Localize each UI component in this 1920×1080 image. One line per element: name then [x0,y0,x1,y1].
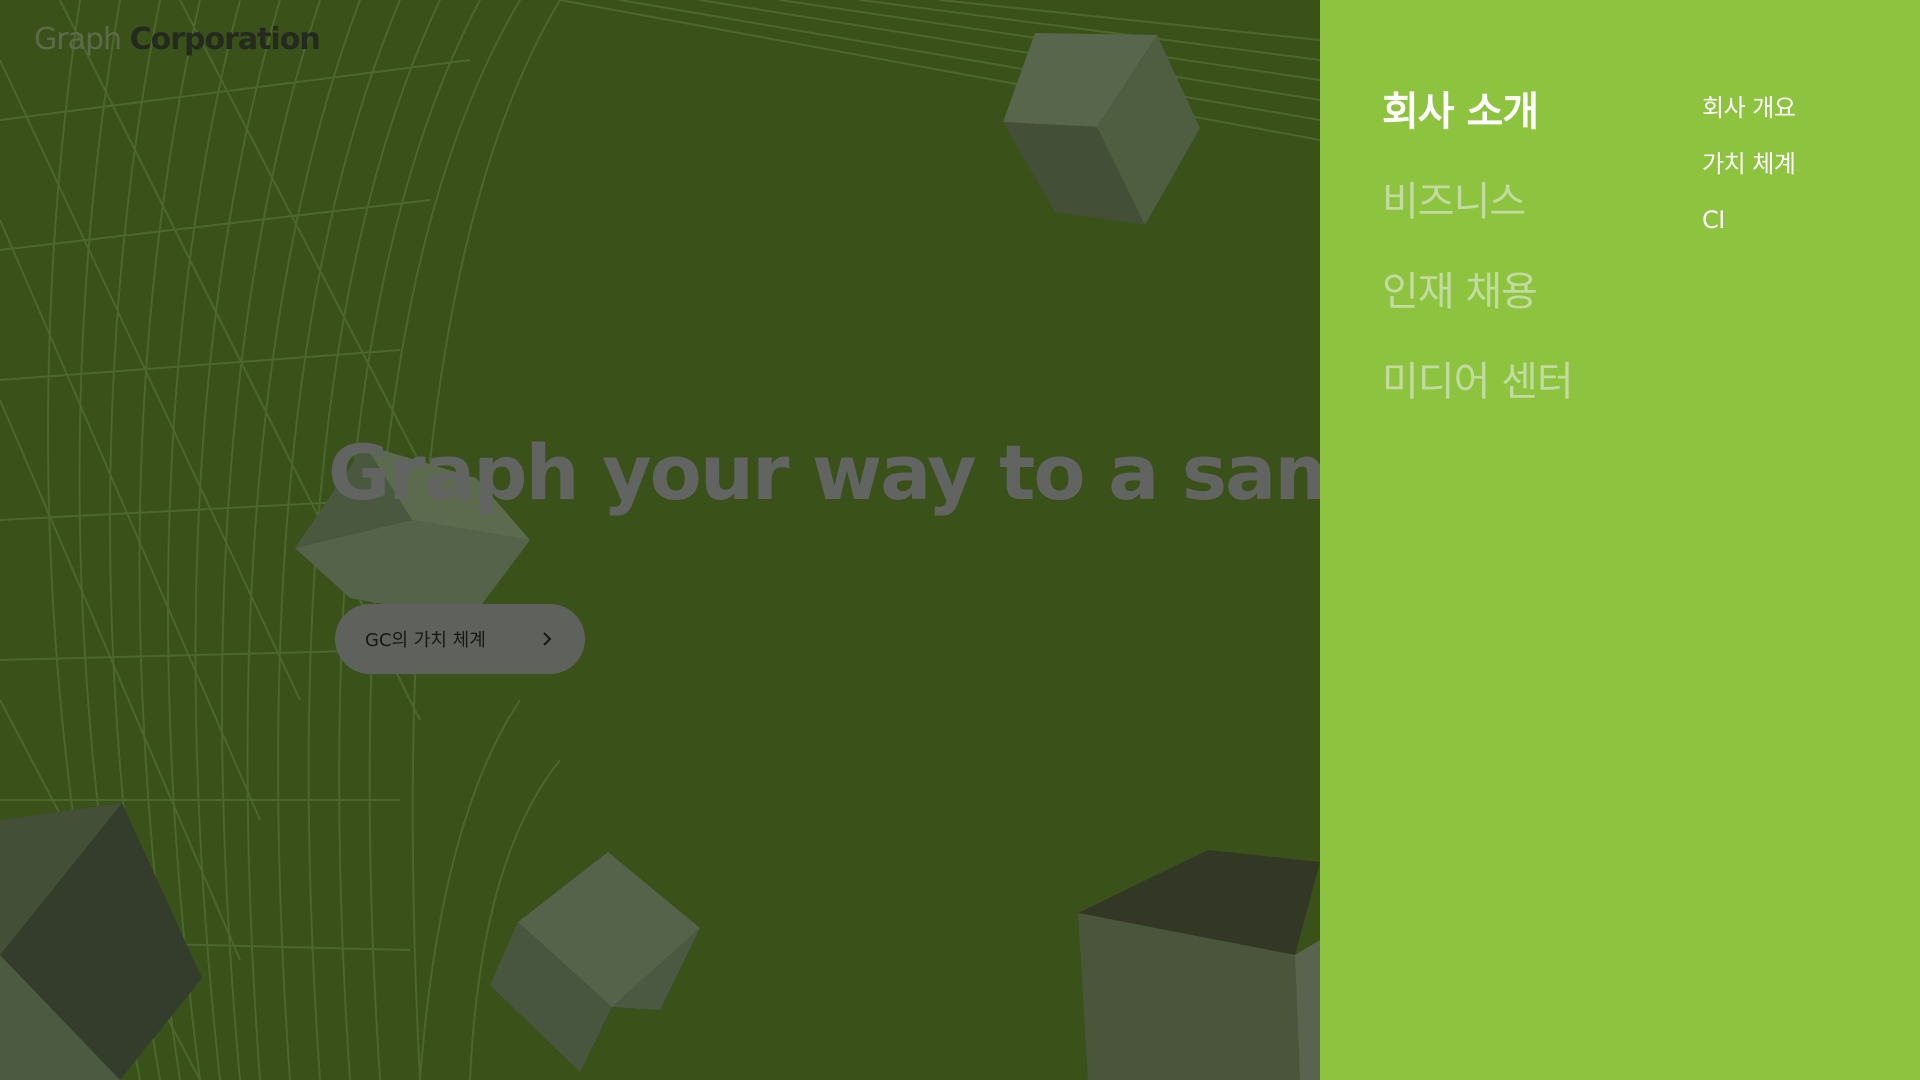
sub-menu-item-values[interactable]: 가치 체계 [1702,144,1796,200]
logo-word-graph: Graph [34,22,122,57]
main-menu: 회사 소개 비즈니스 인재 채용 미디어 센터 [1382,82,1574,442]
main-menu-item-careers[interactable]: 인재 채용 [1382,262,1573,352]
hero-background [0,0,1320,1080]
main-menu-item-business[interactable]: 비즈니스 [1382,172,1573,262]
main-menu-item-company[interactable]: 회사 소개 [1382,82,1573,172]
chevron-right-icon [539,631,555,647]
sub-menu-item-ci[interactable]: CI [1702,200,1795,256]
page: Graph Corporation Graph your way to a sa… [0,0,1920,1080]
cube-bottom-right [1078,850,1320,1080]
main-menu-item-media[interactable]: 미디어 센터 [1382,352,1574,442]
hero-section: Graph Corporation Graph your way to a sa… [0,0,1320,1080]
cube-bottom-left [0,803,202,1080]
cube-top-right [1003,33,1200,225]
values-cta-label: GC의 가치 체계 [365,630,486,651]
values-cta-button[interactable]: GC의 가치 체계 [335,604,585,674]
hero-headline: Graph your way to a samate [328,428,1320,517]
menu-panel: 회사 소개 비즈니스 인재 채용 미디어 센터 회사 개요 가치 체계 CI [1320,0,1920,1080]
cube-bottom-center [490,852,700,1072]
sub-menu: 회사 개요 가치 체계 CI [1702,88,1796,256]
logo-word-corporation: Corporation [129,22,321,57]
sub-menu-item-overview[interactable]: 회사 개요 [1702,88,1796,144]
logo[interactable]: Graph Corporation [34,22,321,57]
